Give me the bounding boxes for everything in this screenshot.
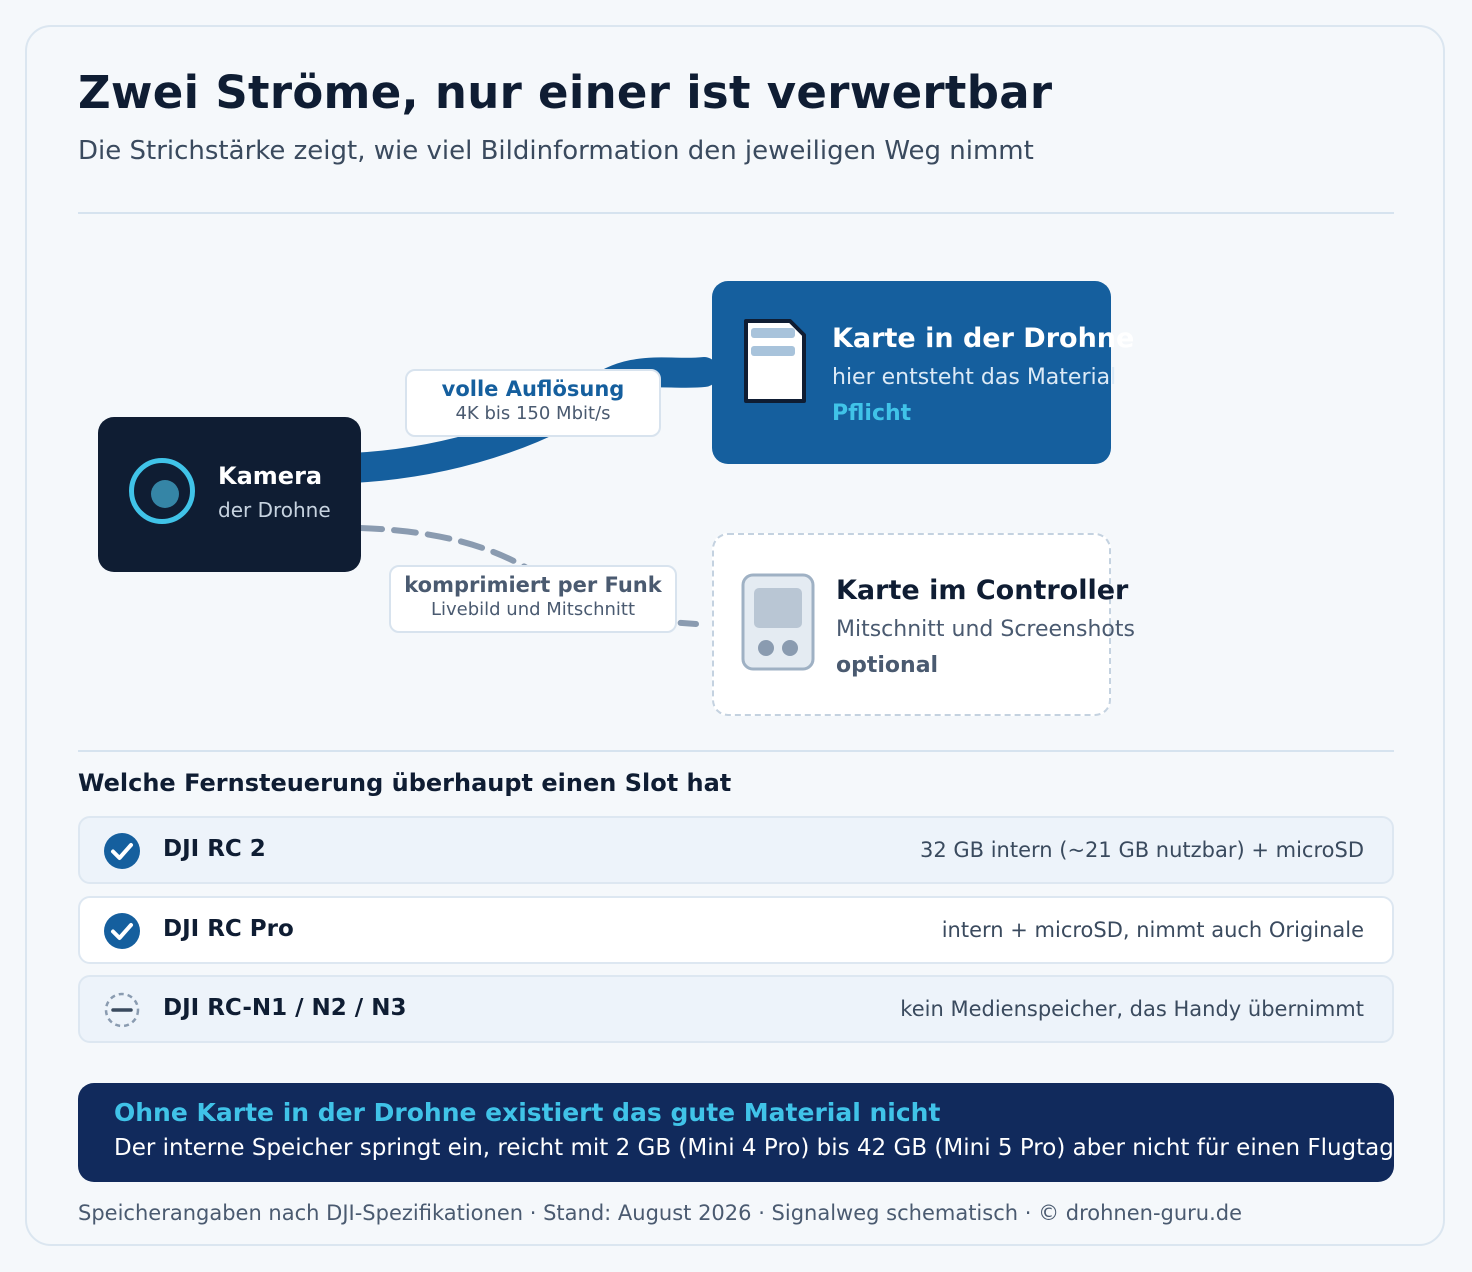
controller-row-detail: kein Medienspeicher, das Handy übernimmt (900, 997, 1364, 1021)
controller-row: DJI RC 2 32 GB intern (~21 GB nutzbar) +… (78, 816, 1394, 884)
minus-circle-icon (104, 992, 140, 1028)
full-resolution-label: volle Auflösung 4K bis 150 Mbit/s (405, 369, 661, 437)
full-resolution-label-title: volle Auflösung (441, 377, 625, 401)
check-circle-icon (104, 833, 140, 869)
controller-row-name: DJI RC Pro (163, 916, 294, 942)
drone-card-tag: Pflicht (832, 401, 912, 426)
controller-row-detail: 32 GB intern (~21 GB nutzbar) + microSD (919, 838, 1364, 862)
drone-card-title: Karte in der Drohne (832, 323, 1135, 354)
drone-card-subtitle: hier entsteht das Material (832, 365, 1117, 390)
sd-card-icon (744, 319, 806, 403)
controller-card-tag: optional (836, 653, 939, 678)
divider-middle (78, 750, 1394, 752)
warning-banner-title: Ohne Karte in der Drohne existiert das g… (114, 1098, 941, 1127)
radio-label-detail: Livebild und Mitschnitt (430, 599, 636, 620)
warning-banner-text: Der interne Speicher springt ein, reicht… (114, 1135, 1394, 1161)
controller-row-name: DJI RC-N1 / N2 / N3 (163, 995, 407, 1021)
radio-label-title: komprimiert per Funk (404, 573, 662, 597)
controller-card-subtitle: Mitschnitt und Screenshots (836, 617, 1135, 642)
footer-note: Speicherangaben nach DJI-Spezifikationen… (78, 1201, 1243, 1225)
radio-label: komprimiert per Funk Livebild und Mitsch… (389, 565, 677, 633)
controller-card-title: Karte im Controller (836, 575, 1129, 606)
controller-row: DJI RC Pro intern + microSD, nimmt auch … (78, 896, 1394, 964)
controller-row-detail: intern + microSD, nimmt auch Originale (941, 918, 1364, 942)
check-circle-icon (104, 913, 140, 949)
controller-row-name: DJI RC 2 (163, 836, 266, 862)
lens-center (151, 480, 179, 508)
controllers-section-title: Welche Fernsteuerung überhaupt einen Slo… (78, 769, 732, 797)
full-resolution-label-detail: 4K bis 150 Mbit/s (455, 403, 611, 424)
camera-title: Kamera (218, 462, 323, 490)
controller-row: DJI RC-N1 / N2 / N3 kein Medienspeicher,… (78, 975, 1394, 1043)
camera-subtitle: der Drohne (218, 498, 331, 522)
controller-icon (741, 573, 815, 671)
